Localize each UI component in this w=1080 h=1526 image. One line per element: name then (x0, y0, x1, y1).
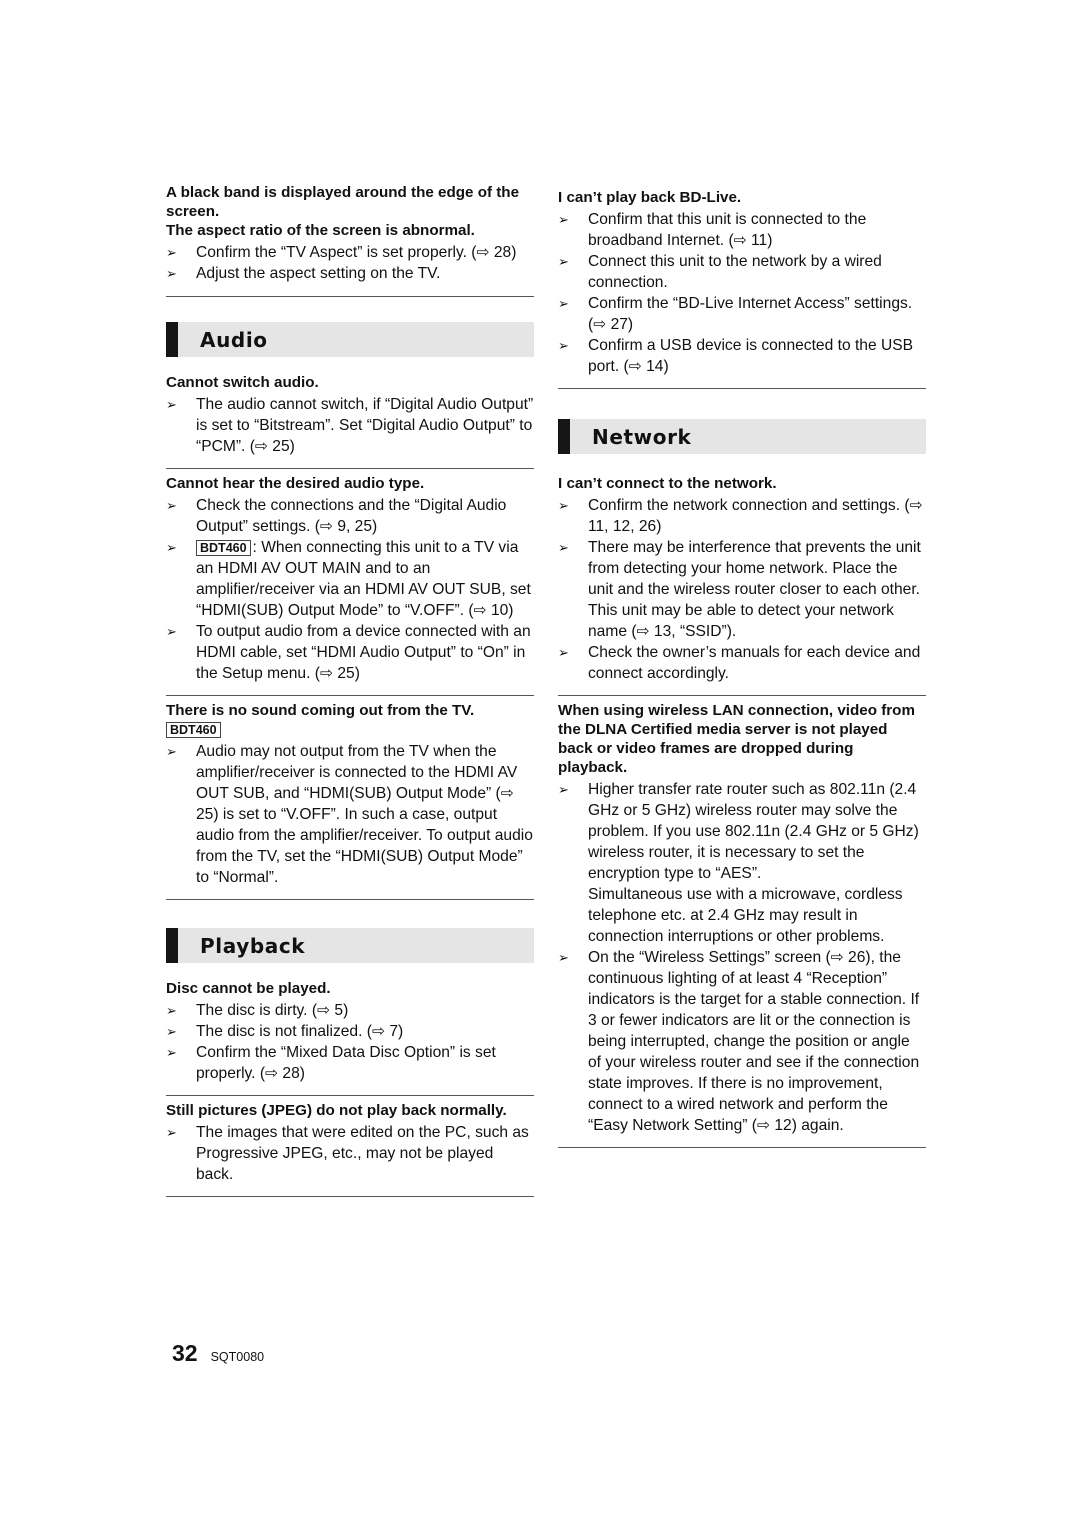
question-heading: There is no sound coming out from the TV… (166, 702, 475, 719)
list-item: ➢ Adjust the aspect setting on the TV. (166, 265, 441, 282)
list-item: ➢ Higher transfer rate router such as 802… (558, 781, 919, 882)
audio-q1-block: Cannot switch audio. ➢ The audio cannot s… (166, 373, 534, 457)
section-header-playback: Playback (166, 928, 534, 963)
section-marker (166, 322, 178, 357)
divider (166, 695, 534, 696)
right-column: I can’t play back BD-Live. ➢ Confirm that… (558, 188, 926, 1148)
model-badge: BDT460 (166, 722, 221, 738)
arrow-bullet-icon: ➢ (558, 498, 569, 513)
divider (166, 899, 534, 900)
document-code: SQT0080 (210, 1350, 265, 1364)
arrow-bullet-icon: ➢ (166, 266, 177, 281)
page-number: 32 (172, 1340, 198, 1366)
list-item: ➢ BDT460: When connecting this unit to a … (166, 539, 531, 619)
page-footer: 32 SQT0080 (172, 1340, 264, 1367)
list-item: ➢ Check the connections and the “Digital … (166, 497, 507, 535)
divider (166, 468, 534, 469)
arrow-bullet-icon: ➢ (166, 540, 177, 555)
question-heading: Still pictures (JPEG) do not play back n… (166, 1102, 507, 1119)
section-title: Playback (200, 933, 306, 958)
section-title: Network (592, 424, 692, 449)
list-item: ➢ The disc is not finalized. (⇨ 7) (166, 1023, 404, 1040)
list-item: ➢ The audio cannot switch, if “Digital Au… (166, 396, 534, 455)
section-title: Audio (200, 327, 268, 352)
network-q1-block: I can’t connect to the network. ➢ Confirm… (558, 474, 926, 684)
list-item: ➢ Check the owner’s manuals for each devi… (558, 644, 921, 682)
audio-q3-block: There is no sound coming out from the TV… (166, 701, 534, 888)
arrow-bullet-icon: ➢ (166, 245, 177, 260)
arrow-bullet-icon: ➢ (166, 1024, 177, 1039)
question-heading: Cannot hear the desired audio type. (166, 475, 425, 492)
list-item: ➢ The images that were edited on the PC, … (166, 1124, 529, 1183)
question-heading: When using wireless LAN connection, vide… (558, 702, 915, 776)
section-header-network: Network (558, 419, 926, 454)
question-heading: Disc cannot be played. (166, 980, 331, 997)
list-item: ➢ There may be interference that prevents… (558, 539, 921, 640)
list-item-note: Simultaneous use with a microwave, cordl… (588, 886, 903, 945)
arrow-bullet-icon: ➢ (166, 1045, 177, 1060)
bdlive-block: I can’t play back BD-Live. ➢ Confirm that… (558, 188, 926, 377)
list-item: ➢ Confirm the “BD-Live Internet Access” s… (558, 295, 913, 333)
question-heading: Cannot switch audio. (166, 374, 319, 391)
list-item: ➢ Connect this unit to the network by a w… (558, 253, 882, 291)
list-item: ➢ Confirm the “TV Aspect” is set properly… (166, 244, 517, 261)
arrow-bullet-icon: ➢ (166, 1125, 177, 1140)
question-heading: A black band is displayed around the edg… (166, 184, 520, 220)
aspect-troubleshoot-block: A black band is displayed around the edg… (166, 183, 534, 284)
divider (166, 1196, 534, 1197)
list-item: ➢ To output audio from a device connected… (166, 623, 531, 682)
arrow-bullet-icon: ➢ (558, 540, 569, 555)
arrow-bullet-icon: ➢ (558, 254, 569, 269)
arrow-bullet-icon: ➢ (558, 212, 569, 227)
arrow-bullet-icon: ➢ (558, 338, 569, 353)
arrow-bullet-icon: ➢ (166, 624, 177, 639)
section-marker (166, 928, 178, 963)
section-marker (558, 419, 570, 454)
arrow-bullet-icon: ➢ (166, 498, 177, 513)
arrow-bullet-icon: ➢ (166, 744, 177, 759)
list-item: ➢ Audio may not output from the TV when t… (166, 743, 533, 886)
audio-q2-block: Cannot hear the desired audio type. ➢ Che… (166, 474, 534, 684)
arrow-bullet-icon: ➢ (166, 1003, 177, 1018)
list-item: ➢ Confirm the network connection and sett… (558, 497, 923, 535)
divider (558, 388, 926, 389)
list-item: ➢ Confirm a USB device is connected to th… (558, 337, 914, 375)
divider (166, 296, 534, 297)
question-heading: I can’t play back BD-Live. (558, 189, 742, 206)
question-heading: I can’t connect to the network. (558, 475, 777, 492)
question-heading: The aspect ratio of the screen is abnorm… (166, 222, 475, 239)
arrow-bullet-icon: ➢ (558, 782, 569, 797)
divider (558, 695, 926, 696)
list-item: ➢ Confirm that this unit is connected to … (558, 211, 867, 249)
network-q2-block: When using wireless LAN connection, vide… (558, 701, 926, 1136)
arrow-bullet-icon: ➢ (558, 645, 569, 660)
list-item: ➢ On the “Wireless Settings” screen (⇨ 26… (558, 949, 920, 1134)
list-item: ➢ The disc is dirty. (⇨ 5) (166, 1002, 349, 1019)
arrow-bullet-icon: ➢ (558, 950, 569, 965)
model-badge: BDT460 (196, 540, 251, 556)
divider (166, 1095, 534, 1096)
section-header-audio: Audio (166, 322, 534, 357)
left-column: A black band is displayed around the edg… (166, 183, 534, 1197)
playback-q2-block: Still pictures (JPEG) do not play back n… (166, 1101, 534, 1185)
arrow-bullet-icon: ➢ (166, 397, 177, 412)
list-item: ➢ Confirm the “Mixed Data Disc Option” is… (166, 1044, 496, 1082)
arrow-bullet-icon: ➢ (558, 296, 569, 311)
divider (558, 1147, 926, 1148)
playback-q1-block: Disc cannot be played. ➢ The disc is dirt… (166, 979, 534, 1084)
